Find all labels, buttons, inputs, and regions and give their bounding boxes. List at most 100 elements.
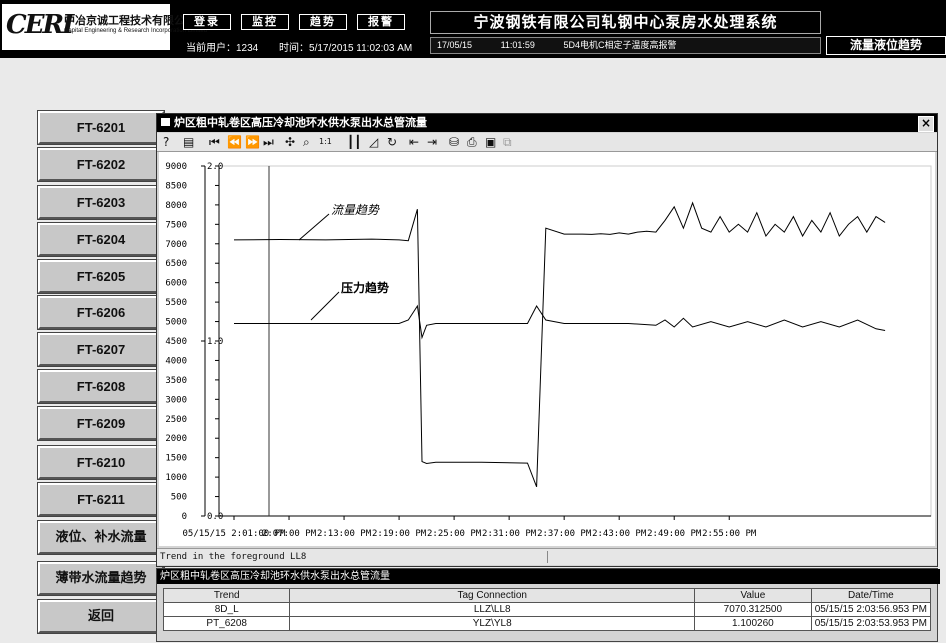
right-tick-label: 2.0 [207,162,223,172]
current-user: 当前用户：1234 [186,43,259,54]
print-icon[interactable]: ⎙ [467,134,477,150]
left-tick-label: 1000 [165,473,187,483]
left-tick-label: 2000 [165,434,187,444]
left-tick-label: 2500 [165,415,187,425]
company-logo: CERI 中冶京诚工程技术有限公司 Capital Engineering & … [2,4,207,50]
sidebar-ft-6204-button[interactable]: FT-6204 [38,223,164,256]
left-tick-label: 5000 [165,318,187,328]
company-name-cn: 中冶京诚工程技术有限公司 [64,15,196,27]
next-icon[interactable]: ⏩ [245,134,260,150]
plot-area [218,165,932,517]
main-nav: 登录 监控 趋势 报警 [183,14,405,30]
refresh-icon[interactable]: ↻ [387,134,397,150]
x-tick-label: 2:25:00 PM [427,529,482,539]
close-button[interactable]: × [918,116,934,132]
x-tick-label: 2:43:00 PM [592,529,647,539]
trend-button[interactable]: 趋势 [299,14,347,30]
col-tag-connection: Tag Connection [289,588,696,603]
tag-cell: YLZ\YL8 [289,616,696,631]
flow-trend-label: 流量趋势 [331,203,380,217]
sidebar-ft-6211-button[interactable]: FT-6211 [38,483,164,516]
cursor-icon[interactable]: ✣ [285,134,295,150]
left-tick-label: 1500 [165,454,187,464]
sidebar-ft-6206-button[interactable]: FT-6206 [38,296,164,329]
left-tick-label: 3000 [165,395,187,405]
left-tick-label: 7000 [165,240,187,250]
x-tick-label: 2:31:00 PM [482,529,537,539]
x-tick-label: 2:49:00 PM [647,529,702,539]
status-bar: Trend in the foreground LL8 [157,548,937,565]
last-icon[interactable]: ⏭ [263,134,274,150]
user-info: 当前用户：1234 时间：5/17/2015 11:02:03 AM [186,39,430,54]
sidebar-ft-6208-button[interactable]: FT-6208 [38,370,164,403]
tag-panel-title: 炉区粗中轧卷区高压冷却池环水供水泵出水总管流量 [157,569,940,584]
left-tick-label: 0 [182,512,187,522]
left-tick-label: 500 [171,493,187,503]
right-tick-label: 0.0 [207,512,223,522]
sidebar-back-button[interactable]: 返回 [38,600,164,633]
trend-cell: 8D_L [162,602,291,617]
system-title: 宁波钢铁有限公司轧钢中心泵房水处理系统 [430,11,821,34]
prev-icon[interactable]: ⏪ [227,134,242,150]
sidebar-ft-6203-button[interactable]: FT-6203 [38,186,164,219]
copy-icon[interactable]: ⧉ [503,134,512,150]
trend-cell: PT_6208 [162,616,291,631]
trend-toolbar: ? ▤ ⏮ ⏪ ⏩ ⏭ ✣ ⌕ 1:1 ┃┃ ◿ ↻ ⇤ ⇥ ⛁ ⎙ ▣ ⧉ [157,133,937,152]
start-icon[interactable]: ⇤ [409,134,419,150]
window-titlebar: 炉区粗中轧卷区高压冷却池环水供水泵出水总管流量 × [157,114,937,132]
alarm-text: 5D4电机C相定子温度高报警 [563,40,677,50]
x-tick-label: 2:55:00 PM [702,529,757,539]
page-title: 流量液位趋势 [826,36,946,55]
sidebar-level-makeup-button[interactable]: 液位、补水流量 [38,521,164,554]
left-tick-label: 7500 [165,220,187,230]
x-tick-label: 2:13:00 PM [317,529,372,539]
alarm-date: 17/05/15 [437,40,473,50]
sidebar-ft-6210-button[interactable]: FT-6210 [38,446,164,479]
trend-chart[interactable]: 0 500 1000 1500 2000 2500 3000 3500 4000 4500 5000… [159,152,935,546]
alarm-button[interactable]: 报警 [357,14,405,30]
left-tick-label: 8500 [165,181,187,191]
legend-icon[interactable]: ▤ [183,134,194,150]
save-icon[interactable]: ⛁ [449,134,459,150]
logo-mark: CERI [6,10,74,40]
x-tick-label: 2:37:00 PM [537,529,592,539]
col-value: Value [694,588,812,603]
sidebar-strip-flow-trend-button[interactable]: 薄带水流量趋势 [38,562,164,595]
sidebar-ft-6201-button[interactable]: FT-6201 [38,111,164,144]
right-tick-label: 1.0 [207,337,223,347]
left-tick-label: 5500 [165,298,187,308]
left-tick-label: 6000 [165,279,187,289]
left-tick-label: 4000 [165,356,187,366]
zoom-icon[interactable]: ⌕ [303,134,310,150]
line-icon[interactable]: ◿ [369,134,378,150]
sidebar-ft-6202-button[interactable]: FT-6202 [38,148,164,181]
datetime-cell: 05/15/15 2:03:53.953 PM [810,616,932,631]
header: CERI 中冶京诚工程技术有限公司 Capital Engineering & … [0,0,946,58]
window-title: 炉区粗中轧卷区高压冷却池环水供水泵出水总管流量 [174,116,427,129]
status-text: Trend in the foreground LL8 [160,552,307,562]
end-icon[interactable]: ⇥ [427,134,437,150]
table-row[interactable]: 8D_L LLZ\LL8 7070.312500 05/15/15 2:03:5… [162,602,932,617]
left-tick-label: 6500 [165,259,187,269]
first-icon[interactable]: ⏮ [209,134,220,150]
tag-cell: LLZ\LL8 [289,602,696,617]
left-tick-label: 8000 [165,201,187,211]
export-icon[interactable]: ▣ [485,134,496,150]
help-icon[interactable]: ? [163,134,169,150]
sidebar-ft-6207-button[interactable]: FT-6207 [38,333,164,366]
sidebar-ft-6205-button[interactable]: FT-6205 [38,260,164,293]
current-time: 时间：5/17/2015 11:02:03 AM [279,43,413,54]
x-tick-label: 2:19:00 PM [372,529,427,539]
table-row[interactable]: PT_6208 YLZ\YL8 1.100260 05/15/15 2:03:5… [162,616,932,631]
datetime-cell: 05/15/15 2:03:56.953 PM [810,602,932,617]
trend-window: 炉区粗中轧卷区高压冷却池环水供水泵出水总管流量 × ? ▤ ⏮ ⏪ ⏩ ⏭ ✣ … [156,113,938,567]
col-trend: Trend [162,588,291,603]
bar-icon[interactable]: ┃┃ [347,134,361,150]
sidebar-ft-6209-button[interactable]: FT-6209 [38,407,164,440]
left-tick-label: 4500 [165,337,187,347]
alarm-bar[interactable]: 17/05/15 11:01:59 5D4电机C相定子温度高报警 [430,37,821,54]
original-size-icon[interactable]: 1:1 [319,134,332,150]
trend-plot[interactable]: 0 500 1000 1500 2000 2500 3000 3500 4000 4500 5000… [159,152,935,546]
login-button[interactable]: 登录 [183,14,231,30]
monitor-button[interactable]: 监控 [241,14,289,30]
